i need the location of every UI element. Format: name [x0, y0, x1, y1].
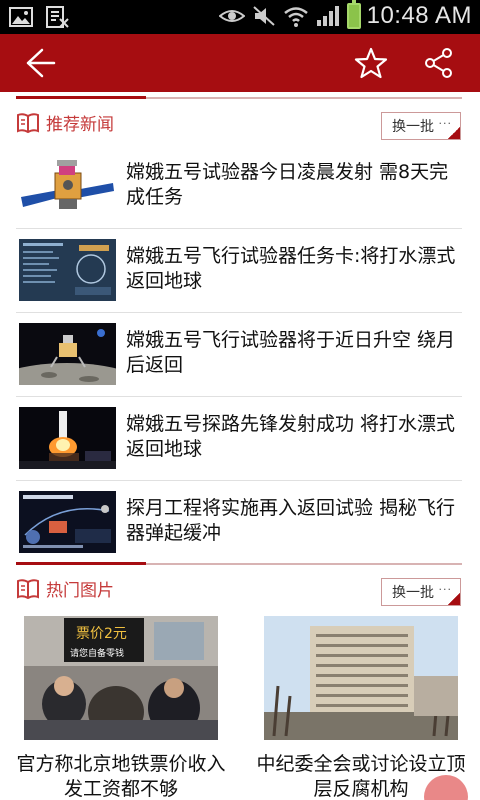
signal-icon: [315, 4, 341, 28]
news-title: 嫦娥五号试验器今日凌晨发射 需8天完成任务: [126, 161, 449, 208]
news-thumbnail: [19, 239, 116, 301]
refresh-label: 换一批: [392, 119, 434, 135]
image-icon: [8, 5, 34, 29]
book-icon: [17, 578, 39, 599]
news-title: 嫦娥五号飞行试验器任务卡:将打水漂式返回地球: [126, 245, 456, 292]
news-item[interactable]: 嫦娥五号飞行试验器任务卡:将打水漂式返回地球: [16, 236, 462, 320]
news-item[interactable]: 探月工程将实施再入返回试验 揭秘飞行器弹起缓冲: [16, 488, 462, 572]
station-sign-text: 票价2元: [76, 626, 127, 642]
picture-image: 票价2元 请您自备零钱: [24, 616, 218, 740]
news-title: 嫦娥五号探路先锋发射成功 将打水漂式返回地球: [126, 413, 456, 460]
news-separator: [16, 396, 462, 397]
recommended-section-header: 推荐新闻: [16, 110, 114, 135]
section-divider: [16, 562, 462, 565]
hot-pictures-section-header: 热门图片: [16, 576, 114, 601]
news-item[interactable]: 嫦娥五号探路先锋发射成功 将打水漂式返回地球: [16, 404, 462, 488]
news-separator: [16, 228, 462, 229]
status-bar: 10:48 AM: [0, 0, 480, 34]
star-icon: [354, 47, 388, 79]
eye-icon: [218, 4, 246, 28]
back-button[interactable]: [10, 34, 68, 92]
news-title: 探月工程将实施再入返回试验 揭秘飞行器弹起缓冲: [126, 497, 456, 544]
favorite-button[interactable]: [342, 34, 400, 92]
section-title: 推荐新闻: [46, 115, 114, 135]
share-icon: [425, 48, 452, 78]
recommended-refresh-button[interactable]: 换一批 ···: [381, 112, 461, 140]
news-thumbnail: [19, 407, 116, 469]
news-item[interactable]: 嫦娥五号试验器今日凌晨发射 需8天完成任务: [16, 152, 462, 236]
battery-icon: [346, 0, 361, 29]
reader-icon: [44, 5, 70, 29]
news-thumbnail: [19, 491, 116, 553]
news-thumbnail: [19, 323, 116, 385]
wifi-icon: [283, 4, 309, 28]
status-time: 10:48 AM: [366, 2, 472, 29]
picture-image: [264, 616, 458, 740]
picture-caption: 官方称北京地铁票价收入发工资都不够: [16, 753, 226, 800]
picture-card[interactable]: 中纪委全会或讨论设立顶层反腐机构: [256, 616, 466, 800]
section-title: 热门图片: [46, 581, 114, 601]
station-sign-subtext: 请您自备零钱: [70, 647, 124, 659]
book-icon: [17, 112, 39, 133]
picture-card[interactable]: 票价2元 请您自备零钱 官方称北京地铁票价收入发工资都不够: [16, 616, 226, 800]
back-arrow-icon: [26, 48, 56, 78]
news-title: 嫦娥五号飞行试验器将于近日升空 绕月后返回: [126, 329, 456, 376]
refresh-label: 换一批: [392, 585, 434, 601]
share-button[interactable]: [410, 34, 468, 92]
news-thumbnail: [19, 155, 116, 217]
news-item[interactable]: 嫦娥五号飞行试验器将于近日升空 绕月后返回: [16, 320, 462, 404]
section-divider: [16, 96, 462, 99]
app-bar: [0, 34, 480, 92]
news-separator: [16, 312, 462, 313]
news-separator: [16, 480, 462, 481]
hot-pictures-refresh-button[interactable]: 换一批 ···: [381, 578, 461, 606]
mute-icon: [251, 4, 277, 28]
